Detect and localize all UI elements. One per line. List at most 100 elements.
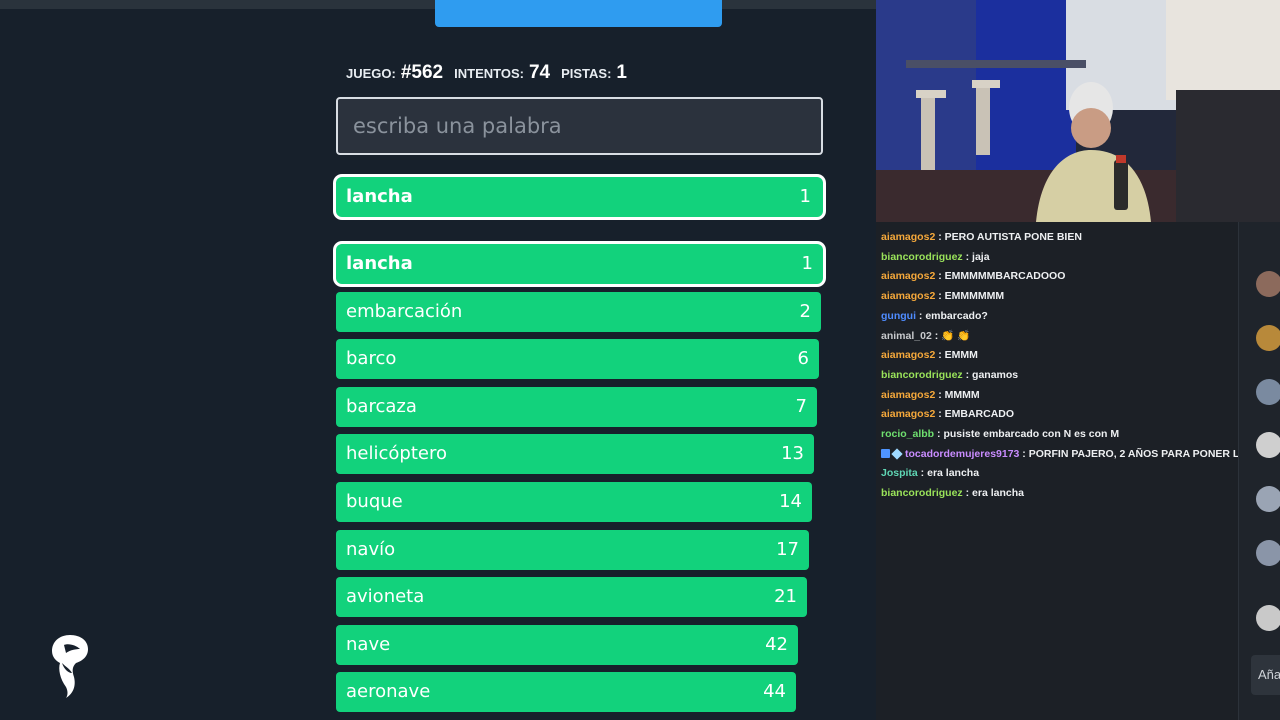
chat-text: era lancha: [927, 467, 980, 480]
guess-rank: 1: [801, 253, 813, 274]
attempts-value: 74: [528, 62, 551, 83]
chat-username[interactable]: animal_02: [881, 330, 932, 342]
chat-text: embarcado?: [925, 309, 988, 322]
guess-row: barcaza 7: [336, 386, 823, 427]
chat-text: ganamos: [972, 368, 1019, 381]
chat-text: era lancha: [972, 487, 1024, 500]
guess-row: helicóptero 13: [336, 434, 823, 475]
chat-message: biancorodriguez : ganamos: [881, 368, 1018, 382]
chat-username[interactable]: gungui: [881, 310, 916, 322]
chat-message: aiamagos2 : EMMMMMBARCADOOO: [881, 269, 1065, 283]
guess-row: navío 17: [336, 529, 823, 570]
chat-text: 👏 👏: [941, 329, 971, 342]
chat-message: biancorodriguez : jaja: [881, 250, 990, 264]
chat-message: Jospita : era lancha: [881, 466, 979, 480]
chat-username[interactable]: biancorodriguez: [881, 369, 963, 381]
chat-text: jaja: [972, 250, 990, 263]
chat-text: pusiste embarcado con N es con M: [943, 428, 1120, 440]
guess-word: lancha: [346, 253, 413, 274]
hints-label: PISTAS:: [561, 66, 612, 81]
guess-row: nave 42: [336, 624, 823, 665]
avatar[interactable]: [1256, 432, 1280, 458]
chat-message: gungui : embarcado?: [881, 309, 988, 323]
game-number-label: JUEGO:: [346, 66, 396, 81]
chat-username[interactable]: aiamagos2: [881, 389, 935, 401]
guess-word: helicóptero: [346, 443, 447, 465]
chat-separator: :: [935, 231, 945, 243]
top-action-button[interactable]: [435, 0, 722, 27]
last-guess-word: lancha: [346, 186, 413, 207]
avatar[interactable]: [1256, 605, 1280, 631]
game-panel: JUEGO: #562 INTENTOS: 74 PISTAS: 1 lanch…: [0, 0, 876, 720]
chat-message: aiamagos2 : PERO AUTISTA PONE BIEN: [881, 230, 1082, 244]
chat-username[interactable]: aiamagos2: [881, 349, 935, 361]
guess-word: nave: [346, 633, 391, 655]
chat-separator: :: [935, 349, 945, 362]
chat-username[interactable]: aiamagos2: [881, 270, 935, 282]
guess-proximity-bar: [336, 339, 819, 380]
avatar[interactable]: [1256, 325, 1280, 351]
attempts-label: INTENTOS:: [454, 66, 524, 81]
guess-rank: 21: [774, 586, 797, 608]
add-button[interactable]: Aña: [1251, 655, 1280, 695]
chat-username[interactable]: biancorodriguez: [881, 487, 963, 499]
word-input[interactable]: [336, 97, 823, 155]
chat-username[interactable]: aiamagos2: [881, 231, 935, 243]
guess-proximity-bar: [336, 624, 798, 665]
chat-username[interactable]: aiamagos2: [881, 290, 935, 302]
chat-message: animal_02 : 👏 👏: [881, 329, 970, 343]
sub-badge-icon: [881, 448, 890, 458]
avatar[interactable]: [1256, 271, 1280, 297]
chat-username[interactable]: biancorodriguez: [881, 251, 963, 263]
guess-row: avioneta 21: [336, 577, 823, 618]
guess-rank: 17: [776, 538, 799, 560]
guess-rank: 7: [795, 395, 807, 417]
chat-separator: :: [935, 290, 945, 303]
guess-row: barco 6: [336, 339, 823, 380]
avatar[interactable]: [1256, 540, 1280, 566]
guess-rank: 14: [779, 491, 802, 512]
chat-message: aiamagos2 : EMBARCADO: [881, 407, 1014, 421]
gem-badge-icon: [891, 448, 903, 460]
chat-text: EMMMMMBARCADOOO: [944, 270, 1066, 283]
chat-separator: :: [935, 388, 945, 401]
chat-username[interactable]: rocio_albb: [881, 428, 934, 440]
chat-separator: :: [962, 487, 973, 500]
guess-word: barco: [346, 348, 397, 370]
chat-separator: :: [917, 467, 928, 480]
guess-proximity-bar: [336, 482, 812, 522]
webcam-feed: [876, 0, 1280, 222]
chat-separator: :: [962, 250, 973, 263]
webcam-image: [876, 0, 1280, 222]
guess-rank: 6: [797, 348, 809, 370]
logo-icon: [52, 635, 88, 698]
guess-rank: 2: [799, 300, 811, 322]
chat-separator: :: [935, 408, 945, 421]
chat-separator: :: [935, 270, 945, 283]
chat-text: EMBARCADO: [944, 408, 1015, 421]
guess-word: buque: [346, 491, 403, 512]
chat-username[interactable]: tocadordemujeres9173: [905, 448, 1019, 460]
chat-message: aiamagos2 : EMMM: [881, 348, 978, 362]
avatar[interactable]: [1256, 379, 1280, 405]
guess-word: navío: [346, 538, 396, 560]
avatar[interactable]: [1256, 486, 1280, 512]
chat-message: tocadordemujeres9173 : PORFIN PAJERO, 2 …: [881, 447, 1277, 461]
guess-rank: 44: [763, 681, 786, 703]
chat-username[interactable]: Jospita: [881, 467, 918, 479]
guess-rank: 13: [781, 443, 804, 465]
chat-message: aiamagos2 : MMMM: [881, 388, 980, 402]
last-guess-row: lancha 1: [336, 177, 823, 217]
guess-proximity-bar: [336, 529, 809, 570]
chat-separator: :: [916, 309, 926, 322]
guess-row: embarcación 2: [336, 291, 823, 332]
game-stats: JUEGO: #562 INTENTOS: 74 PISTAS: 1: [346, 62, 638, 86]
guess-rank: 42: [765, 633, 788, 655]
chat-text: PERO AUTISTA PONE BIEN: [944, 231, 1082, 243]
guess-row: buque 14: [336, 482, 823, 522]
guess-word: avioneta: [346, 586, 425, 608]
last-guess-rank: 1: [799, 186, 811, 207]
chat-text: EMMMMMM: [944, 290, 1005, 303]
chat-message: aiamagos2 : EMMMMMM: [881, 289, 1004, 303]
chat-username[interactable]: aiamagos2: [881, 408, 935, 420]
